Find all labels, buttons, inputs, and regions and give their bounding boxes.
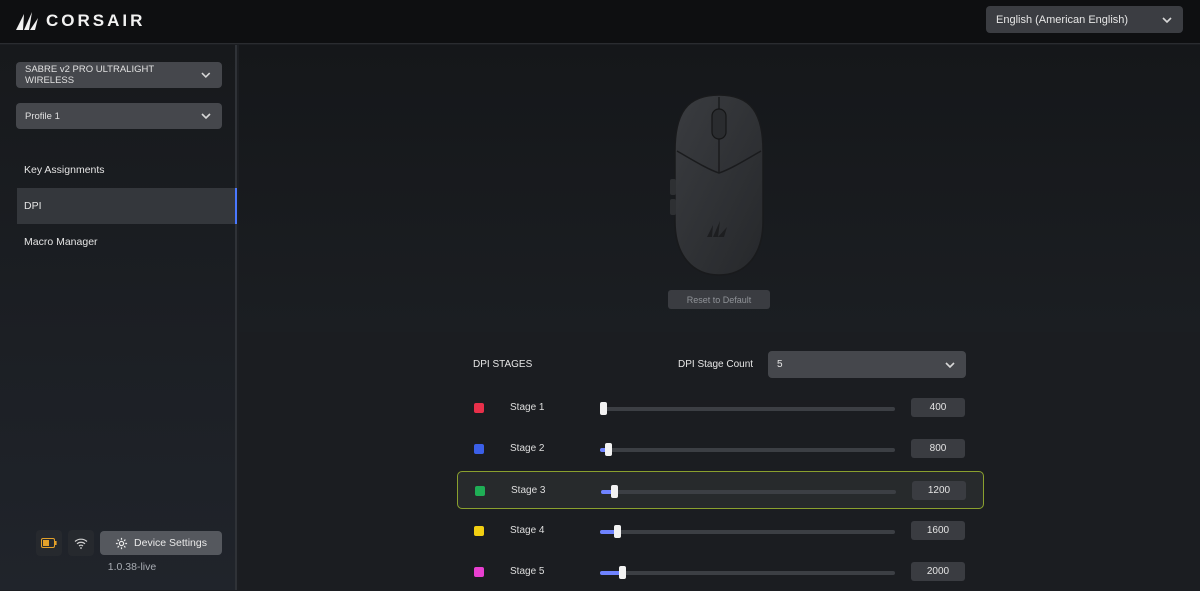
gear-icon: [115, 537, 128, 549]
chevron-down-icon: [1162, 16, 1172, 23]
sidebar-item-key-assignments[interactable]: Key Assignments: [17, 152, 237, 188]
device-settings-label: Device Settings: [134, 537, 207, 549]
dpi-slider-thumb[interactable]: [600, 402, 608, 415]
dpi-slider-track[interactable]: [600, 443, 895, 456]
stage-label: Stage 5: [510, 566, 545, 577]
dpi-slider-track[interactable]: [600, 402, 895, 415]
profile-select[interactable]: Profile 1: [16, 103, 222, 129]
stage-color-swatch[interactable]: [475, 486, 485, 496]
dpi-value-input[interactable]: 800: [911, 439, 965, 458]
corsair-sails-icon: [16, 12, 38, 30]
brand-name: CORSAIR: [46, 11, 146, 30]
language-select[interactable]: English (American English): [986, 6, 1183, 33]
dpi-stage-row[interactable]: Stage 4 1600: [457, 512, 984, 550]
sidebar-item-label: Key Assignments: [24, 164, 105, 176]
device-settings-button[interactable]: Device Settings: [100, 531, 222, 555]
dpi-slider-track[interactable]: [600, 525, 895, 538]
stage-color-swatch[interactable]: [474, 526, 484, 536]
dpi-stages-title: DPI STAGES: [473, 359, 533, 370]
dpi-value-input[interactable]: 1600: [911, 521, 965, 540]
stage-color-swatch[interactable]: [474, 403, 484, 413]
dpi-slider-track[interactable]: [600, 566, 895, 579]
top-bar: CORSAIR English (American English): [0, 0, 1200, 44]
language-select-value: English (American English): [996, 13, 1129, 26]
stage-label: Stage 3: [511, 485, 546, 496]
chevron-down-icon: [201, 72, 211, 79]
dpi-stage-row[interactable]: Stage 1 400: [457, 389, 984, 427]
chevron-down-icon: [945, 361, 955, 368]
device-select[interactable]: SABRE v2 PRO ULTRALIGHT WIRELESS: [16, 62, 222, 88]
stage-color-swatch[interactable]: [474, 444, 484, 454]
chevron-down-icon: [201, 113, 211, 120]
stage-label: Stage 2: [510, 443, 545, 454]
wireless-status[interactable]: [68, 530, 94, 556]
main-panel: Reset to Default DPI STAGES DPI Stage Co…: [239, 45, 1200, 590]
dpi-stage-row[interactable]: Stage 3 1200: [457, 471, 984, 509]
dpi-value-input[interactable]: 2000: [911, 562, 965, 581]
device-preview: Reset to Default: [239, 45, 1200, 332]
reset-to-default-button[interactable]: Reset to Default: [668, 290, 770, 309]
stage-label: Stage 4: [510, 525, 545, 536]
battery-icon: [41, 538, 57, 548]
dpi-slider-track[interactable]: [601, 485, 896, 498]
device-select-value: SABRE v2 PRO ULTRALIGHT WIRELESS: [25, 64, 154, 86]
dpi-value-input[interactable]: 1200: [912, 481, 966, 500]
stage-label: Stage 1: [510, 402, 545, 413]
dpi-value-input[interactable]: 400: [911, 398, 965, 417]
dpi-stage-row[interactable]: Stage 2 800: [457, 430, 984, 468]
app-version: 1.0.38-live: [107, 561, 157, 573]
dpi-stage-count-label: DPI Stage Count: [678, 359, 754, 370]
dpi-slider-thumb[interactable]: [610, 485, 618, 498]
mouse-image: [670, 94, 764, 276]
sidebar-item-dpi[interactable]: DPI: [17, 188, 237, 224]
dpi-slider-thumb[interactable]: [614, 525, 622, 538]
sidebar-item-macro-manager[interactable]: Macro Manager: [17, 224, 237, 260]
corsair-logo: CORSAIR: [14, 8, 145, 34]
sidebar-item-label: Macro Manager: [24, 236, 98, 248]
dpi-slider-thumb[interactable]: [618, 566, 626, 579]
sidebar: SABRE v2 PRO ULTRALIGHT WIRELESS Profile…: [0, 45, 237, 590]
dpi-stage-count-select[interactable]: 5: [768, 351, 966, 378]
dpi-stage-row[interactable]: Stage 5 2000: [457, 553, 984, 591]
wifi-icon: [74, 538, 88, 549]
sidebar-item-label: DPI: [24, 200, 42, 212]
profile-select-value: Profile 1: [25, 110, 60, 122]
stage-color-swatch[interactable]: [474, 567, 484, 577]
dpi-slider-thumb[interactable]: [604, 443, 612, 456]
dpi-stage-count-value: 5: [777, 359, 783, 370]
battery-status[interactable]: [36, 530, 62, 556]
